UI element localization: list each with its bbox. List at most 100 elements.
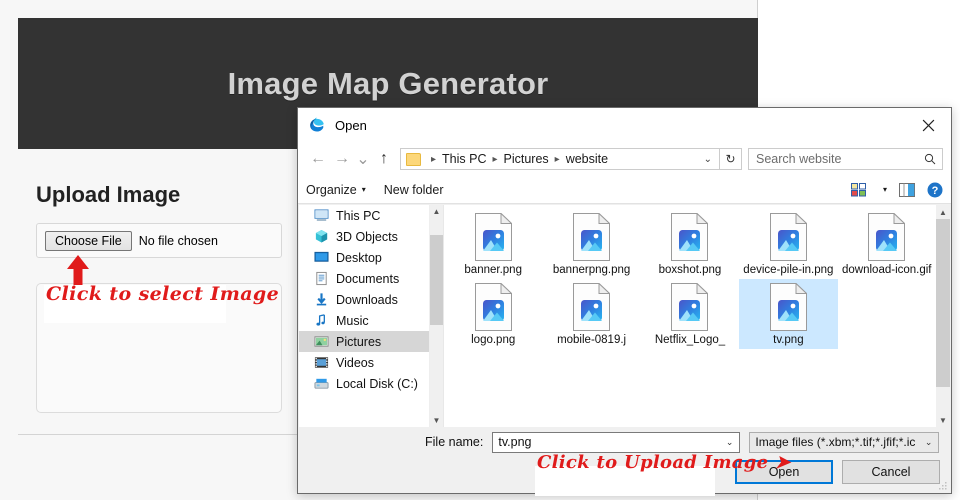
folder-icon <box>406 152 421 166</box>
scroll-up-icon[interactable]: ▲ <box>936 205 950 219</box>
sidebar-item-desktop[interactable]: Desktop <box>299 247 429 268</box>
scroll-down-icon[interactable]: ▼ <box>936 413 950 427</box>
dialog-titlebar: Open <box>298 108 951 142</box>
pictures-icon <box>313 334 329 350</box>
no-file-chosen-label: No file chosen <box>138 233 218 248</box>
annotation-click-to-select: Click to select Image <box>46 283 280 305</box>
chevron-down-icon[interactable]: ⌄ <box>704 154 712 165</box>
sidebar-item-3d-objects[interactable]: 3D Objects <box>299 226 429 247</box>
image-file-icon <box>868 212 906 261</box>
file-item[interactable]: banner.png <box>444 209 542 279</box>
file-name-label: banner.png <box>464 264 522 276</box>
choose-file-button[interactable]: Choose File <box>45 230 132 251</box>
back-button[interactable]: ← <box>306 147 330 171</box>
sidebar-item-downloads[interactable]: Downloads <box>299 289 429 310</box>
filetype-select[interactable]: Image files (*.xbm;*.tif;*.jfif;*.ic ⌄ <box>749 431 940 453</box>
up-one-level-button[interactable]: ↑ <box>372 147 396 171</box>
dialog-title: Open <box>335 117 367 133</box>
music-icon <box>313 313 329 329</box>
file-name-label: mobile-0819.j <box>557 334 627 346</box>
search-icon <box>924 153 936 165</box>
scroll-up-icon[interactable]: ▲ <box>430 205 443 218</box>
cancel-button[interactable]: Cancel <box>842 460 940 484</box>
search-placeholder: Search website <box>756 152 842 166</box>
chevron-down-icon[interactable]: ⌄ <box>925 437 933 448</box>
refresh-icon[interactable]: ↻ <box>720 148 742 170</box>
image-file-icon <box>671 282 710 331</box>
sidebar-item-label: Local Disk (C:) <box>336 376 418 391</box>
sidebar-item-this-pc[interactable]: This PC <box>299 205 429 226</box>
file-item[interactable]: tv.png <box>739 279 838 349</box>
dialog-toolbar: Organize ▾ New folder ▾ ? <box>298 176 951 204</box>
file-name-label: device-pile-in.png <box>743 264 834 276</box>
navigation-scrollbar[interactable]: ▲ ▼ <box>429 205 443 427</box>
breadcrumb[interactable]: ▸ This PC ▸ Pictures ▸ website ⌄ <box>400 148 720 170</box>
new-folder-button[interactable]: New folder <box>384 183 444 197</box>
this-pc-icon <box>313 208 329 224</box>
close-icon[interactable] <box>906 108 951 142</box>
sidebar-item-label: 3D Objects <box>336 229 398 244</box>
organize-menu[interactable]: Organize ▾ <box>306 183 366 197</box>
help-icon[interactable]: ? <box>927 182 943 198</box>
scroll-thumb[interactable] <box>430 235 443 325</box>
file-input-control[interactable]: Choose File No file chosen <box>36 223 282 258</box>
preview-pane-icon[interactable] <box>899 182 915 197</box>
file-name-label: logo.png <box>471 334 516 346</box>
sidebar-item-label: Downloads <box>336 292 398 307</box>
scroll-down-icon[interactable]: ▼ <box>430 414 443 427</box>
image-file-icon <box>573 212 611 261</box>
file-name-label: bannerpng.png <box>552 264 631 276</box>
chevron-down-icon: ▾ <box>361 185 366 194</box>
edge-logo-icon <box>310 117 324 132</box>
forward-button[interactable]: → <box>330 147 354 171</box>
filename-value: tv.png <box>498 435 532 449</box>
image-file-icon <box>474 212 513 261</box>
desktop-icon <box>313 250 329 266</box>
organize-label: Organize <box>306 182 357 197</box>
open-file-dialog: Open ← → ⌄ ↑ ▸ This PC ▸ Pictures ▸ webs… <box>297 107 952 494</box>
breadcrumb-item-0[interactable]: This PC <box>442 152 486 166</box>
resize-grip-icon[interactable] <box>938 482 947 491</box>
search-input[interactable]: Search website <box>748 148 943 170</box>
breadcrumb-separator: ▸ <box>431 153 437 165</box>
breadcrumb-item-1[interactable]: Pictures <box>504 152 549 166</box>
scroll-thumb[interactable] <box>936 219 950 387</box>
recent-locations-button[interactable]: ⌄ <box>354 147 372 171</box>
image-file-icon <box>769 212 808 261</box>
file-name-label: boxshot.png <box>658 264 722 276</box>
videos-icon <box>313 355 329 371</box>
file-grid: banner.png bannerpng.png boxshot.png dev… <box>444 209 936 349</box>
sidebar-item-videos[interactable]: Videos <box>299 352 429 373</box>
file-item[interactable]: download-icon.gif <box>838 209 936 279</box>
file-item[interactable]: Netflix_Logo_ <box>641 279 739 349</box>
breadcrumb-item-2[interactable]: website <box>566 152 608 166</box>
file-item[interactable]: boxshot.png <box>641 209 739 279</box>
sidebar-item-pictures[interactable]: Pictures <box>299 331 429 352</box>
3d-objects-icon <box>313 229 329 245</box>
filename-label: File name: <box>425 435 484 449</box>
file-item[interactable]: bannerpng.png <box>542 209 640 279</box>
sidebar-item-label: Pictures <box>336 334 382 349</box>
filename-input[interactable]: tv.png ⌄ <box>492 431 741 453</box>
file-list-scrollbar[interactable]: ▲ ▼ <box>936 205 950 427</box>
file-item[interactable]: logo.png <box>444 279 542 349</box>
sidebar-item-label: Videos <box>336 355 374 370</box>
sidebar-item-label: Desktop <box>336 250 382 265</box>
sidebar-item-documents[interactable]: Documents <box>299 268 429 289</box>
image-file-icon <box>671 212 710 261</box>
file-name-label: Netflix_Logo_ <box>654 334 726 346</box>
toolbar-right-group: ▾ ? <box>850 182 943 198</box>
file-name-label: download-icon.gif <box>842 264 932 276</box>
image-file-icon <box>573 282 611 331</box>
sidebar-item-label: This PC <box>336 208 381 223</box>
chevron-down-icon[interactable]: ▾ <box>883 185 887 194</box>
file-item[interactable]: mobile-0819.j <box>542 279 640 349</box>
downloads-icon <box>313 292 329 308</box>
sidebar-item-local-disk-c[interactable]: Local Disk (C:) <box>299 373 429 394</box>
sidebar-item-music[interactable]: Music <box>299 310 429 331</box>
chevron-down-icon[interactable]: ⌄ <box>726 437 734 448</box>
image-file-icon <box>769 282 808 331</box>
view-options-icon[interactable] <box>850 182 866 197</box>
file-name-label: tv.png <box>773 334 804 346</box>
file-item[interactable]: device-pile-in.png <box>739 209 837 279</box>
